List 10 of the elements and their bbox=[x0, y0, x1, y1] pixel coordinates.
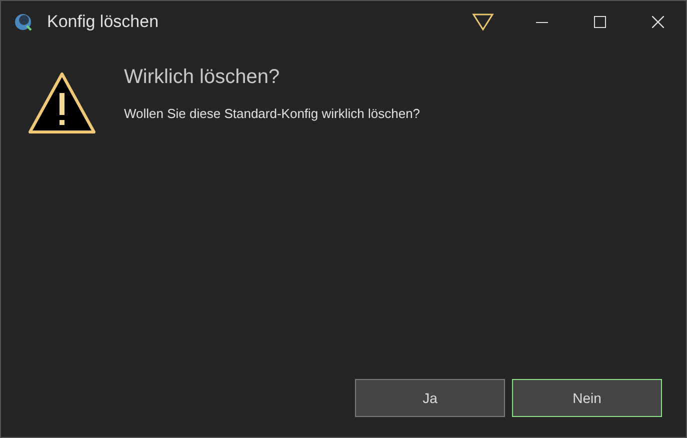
dialog-heading: Wirklich löschen? bbox=[124, 65, 281, 90]
close-icon[interactable] bbox=[652, 16, 664, 28]
maximize-icon[interactable] bbox=[594, 16, 606, 28]
app-logo-icon bbox=[13, 12, 33, 32]
triangle-icon[interactable] bbox=[472, 13, 494, 31]
dialog-button[interactable]: Nein bbox=[512, 379, 662, 417]
warning-icon bbox=[27, 71, 97, 135]
window-title: Konfig löschen bbox=[47, 11, 159, 34]
dialog-button[interactable]: Ja bbox=[355, 379, 505, 417]
dialog-message: Wollen Sie diese Standard-Konfig wirklich löschen? bbox=[124, 105, 420, 123]
